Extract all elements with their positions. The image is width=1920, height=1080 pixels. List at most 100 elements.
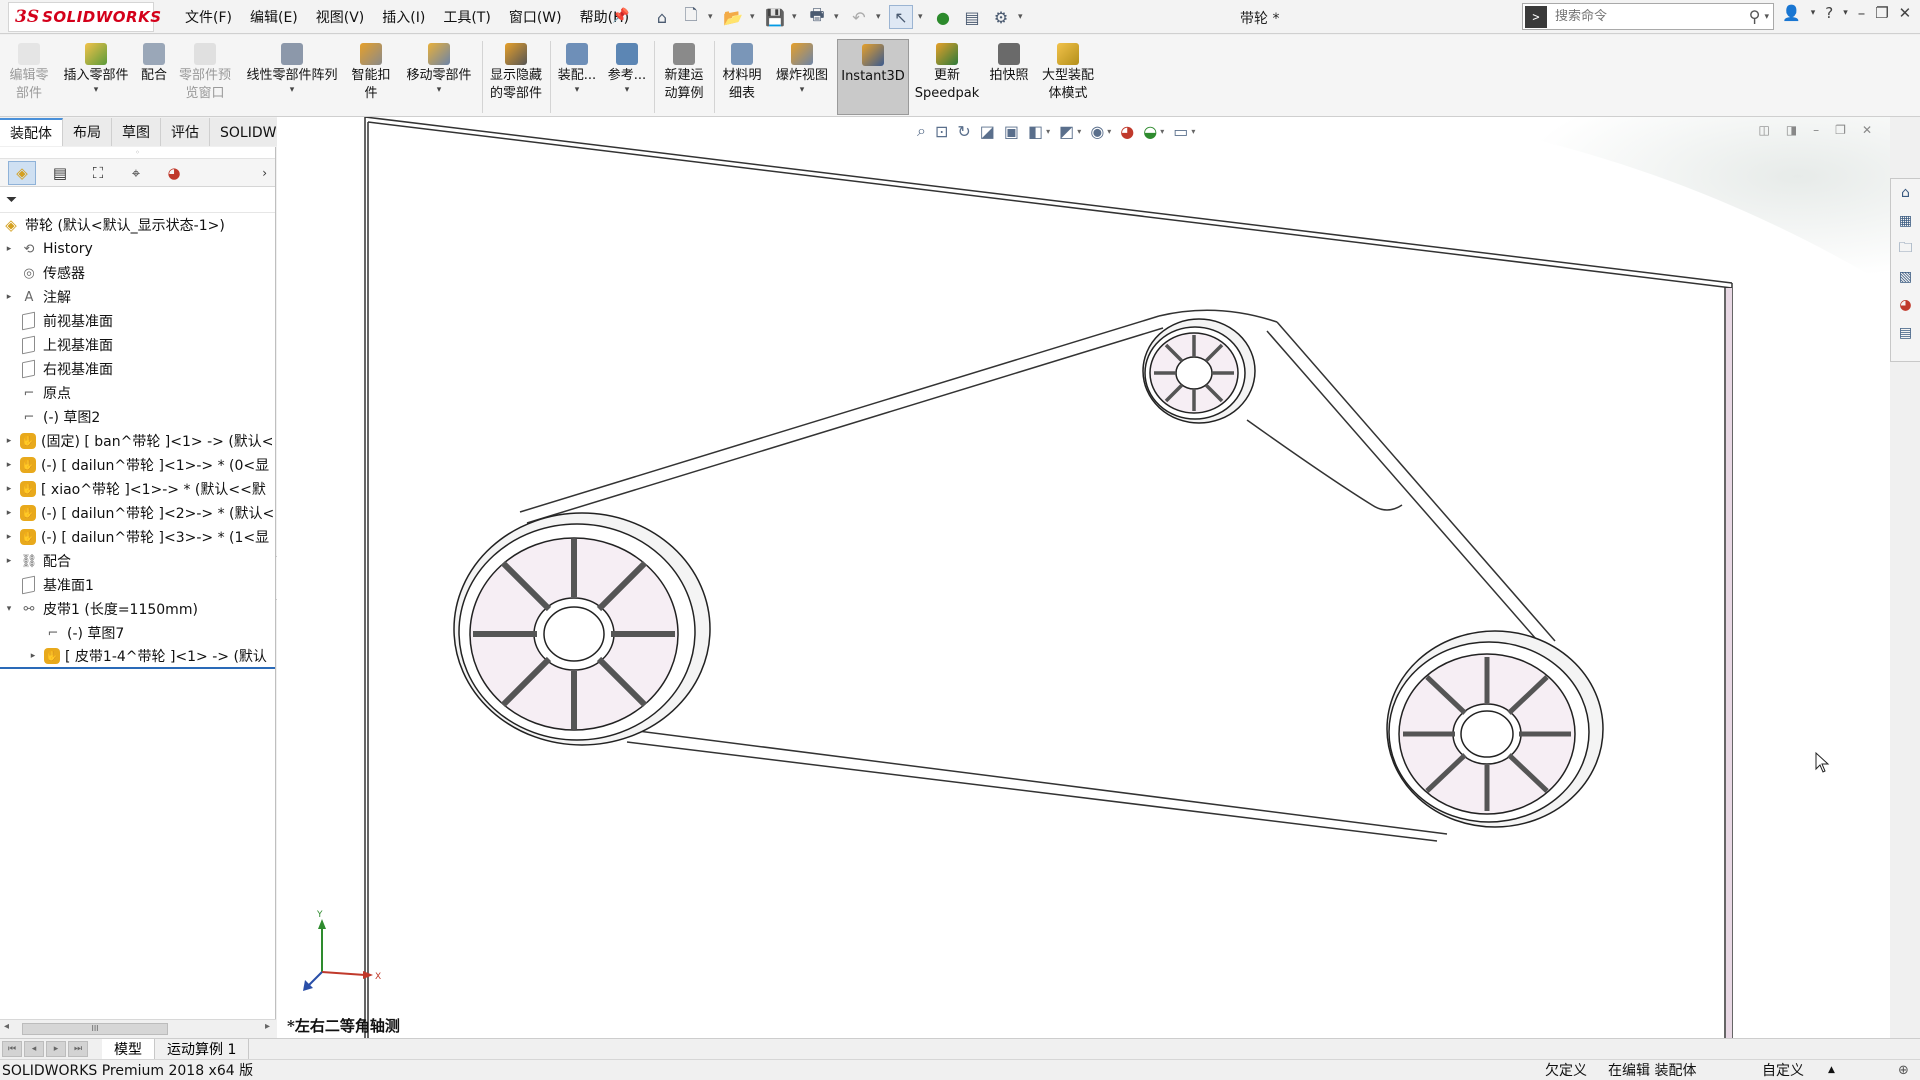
solidworks-logo[interactable]: 3S SOLIDWORKS bbox=[8, 2, 161, 32]
scroll-right-icon[interactable]: ▸ bbox=[265, 1021, 270, 1032]
scroll-left-icon[interactable]: ◂ bbox=[4, 1021, 9, 1032]
show-hidden-components-button[interactable]: 显示隐藏 的零部件 bbox=[486, 39, 546, 115]
display-style-dropdown-icon[interactable]: ▾ bbox=[1077, 127, 1081, 136]
expand-arrow-icon[interactable]: ▸ bbox=[4, 292, 14, 302]
tree-item[interactable]: 上视基准面 bbox=[0, 333, 275, 357]
linear-pattern-button[interactable]: 线性零部件阵列 ▾ bbox=[240, 39, 344, 115]
pin-menu-icon[interactable]: 📌 bbox=[612, 8, 629, 24]
insert-component-dropdown-icon[interactable]: ▾ bbox=[94, 85, 99, 95]
tree-item[interactable]: ◎ 传感器 bbox=[0, 261, 275, 285]
tree-item[interactable]: ▸ A 注解 bbox=[0, 285, 275, 309]
tree-item[interactable]: ▸ ✋ (固定) [ ban^带轮 ]<1> -> (默认< bbox=[0, 429, 275, 453]
view-orientation-icon[interactable]: ◧ bbox=[1028, 122, 1043, 141]
hide-show-dropdown-icon[interactable]: ▾ bbox=[1107, 127, 1111, 136]
zoom-to-fit-icon[interactable]: ⌕ bbox=[917, 121, 926, 141]
graphics-area[interactable]: Y X ⌕ ⊡ ↻ ◪ ▣ ◧ ▾ ◩ ▾ ◉ ▾ ◕ ◒ ▾ ▭ ▾ ◫ ◨ – ❐ ✕… bbox=[277, 117, 1890, 1038]
units-status[interactable]: 自定义 bbox=[1762, 1060, 1804, 1080]
tree-root-assembly[interactable]: ◈ 带轮 (默认<默认_显示状态-1>) bbox=[0, 213, 275, 237]
viewport-tile-left-icon[interactable]: ◫ bbox=[1758, 123, 1769, 137]
view-settings-icon[interactable]: ▭ bbox=[1173, 122, 1188, 141]
tree-item[interactable]: 右视基准面 bbox=[0, 357, 275, 381]
command-prompt-icon[interactable]: > bbox=[1525, 5, 1547, 28]
view-palette-icon[interactable]: ▧ bbox=[1896, 267, 1916, 287]
update-speedpak-button[interactable]: 更新 Speedpak bbox=[912, 39, 982, 115]
display-style-icon[interactable]: ◩ bbox=[1059, 122, 1074, 141]
tab-evaluate[interactable]: 评估 bbox=[161, 118, 210, 146]
rebuild-traffic-light-icon[interactable]: ● bbox=[931, 5, 955, 29]
search-dropdown-icon[interactable]: ▾ bbox=[1764, 12, 1769, 22]
reference-geometry-dropdown-icon[interactable]: ▾ bbox=[625, 85, 630, 95]
viewport-close-icon[interactable]: ✕ bbox=[1862, 123, 1872, 137]
open-dropdown-icon[interactable]: ▾ bbox=[750, 12, 758, 22]
feature-manager-tab-icon[interactable]: ◈ bbox=[8, 160, 36, 185]
expand-arrow-icon[interactable]: ▸ bbox=[4, 508, 14, 518]
tree-item[interactable]: 基准面1 bbox=[0, 573, 275, 597]
edit-appearance-icon[interactable]: ◕ bbox=[1120, 122, 1134, 141]
file-explorer-icon[interactable]: 🗀 bbox=[1896, 239, 1916, 259]
expand-arrow-icon[interactable]: ▸ bbox=[4, 556, 14, 566]
expand-arrow-icon[interactable]: ▸ bbox=[28, 651, 38, 661]
tree-item[interactable]: ⌐ (-) 草图7 bbox=[0, 621, 275, 645]
last-tab-icon[interactable]: ⏭ bbox=[68, 1040, 88, 1057]
hide-show-items-icon[interactable]: ◉ bbox=[1090, 122, 1104, 141]
scroll-thumb[interactable]: III bbox=[22, 1023, 168, 1035]
menu-insert[interactable]: 插入(I) bbox=[373, 7, 434, 27]
linear-pattern-dropdown-icon[interactable]: ▾ bbox=[290, 85, 295, 95]
tree-item[interactable]: ▸ ⟲ History bbox=[0, 237, 275, 261]
expand-arrow-icon[interactable]: ▸ bbox=[4, 532, 14, 542]
new-document-icon[interactable]: 🗋 bbox=[679, 5, 703, 29]
save-dropdown-icon[interactable]: ▾ bbox=[792, 12, 800, 22]
user-icon[interactable]: 👤 bbox=[1782, 4, 1801, 22]
menu-edit[interactable]: 编辑(E) bbox=[241, 7, 307, 27]
print-dropdown-icon[interactable]: ▾ bbox=[834, 12, 842, 22]
smart-fasteners-button[interactable]: 智能扣 件 bbox=[348, 39, 394, 115]
tab-sketch[interactable]: 草图 bbox=[112, 118, 161, 146]
home-icon[interactable]: ⌂ bbox=[650, 5, 674, 29]
custom-properties-icon[interactable]: ▤ bbox=[1896, 323, 1916, 343]
options-dropdown-icon[interactable]: ▾ bbox=[1018, 12, 1026, 22]
edit-component-button[interactable]: 编辑零 部件 bbox=[4, 39, 54, 115]
menu-view[interactable]: 视图(V) bbox=[307, 7, 374, 27]
expand-arrow-icon[interactable]: ▸ bbox=[4, 436, 14, 446]
assembly-features-button[interactable]: 装配... ▾ bbox=[554, 39, 600, 115]
move-component-dropdown-icon[interactable]: ▾ bbox=[437, 85, 442, 95]
search-input[interactable] bbox=[1555, 9, 1735, 24]
tree-item[interactable]: ▸ ✋ (-) [ dailun^带轮 ]<3>-> * (1<显 bbox=[0, 525, 275, 549]
menu-window[interactable]: 窗口(W) bbox=[500, 7, 571, 27]
snapshot-button[interactable]: 拍快照 bbox=[984, 39, 1034, 115]
pane-collapse-handle[interactable]: ◦ bbox=[0, 147, 275, 159]
menu-file[interactable]: 文件(F) bbox=[176, 7, 241, 27]
tree-item[interactable]: ⌐ 原点 bbox=[0, 381, 275, 405]
new-dropdown-icon[interactable]: ▾ bbox=[708, 12, 716, 22]
filter-icon[interactable]: ⏷ bbox=[6, 192, 17, 208]
viewport-minimize-icon[interactable]: – bbox=[1813, 123, 1819, 137]
expand-arrow-icon[interactable]: ▸ bbox=[4, 484, 14, 494]
assembly-features-dropdown-icon[interactable]: ▾ bbox=[575, 85, 580, 95]
tree-item[interactable]: ▸ ✋ [ xiao^带轮 ]<1>-> * (默认<<默 bbox=[0, 477, 275, 501]
large-assembly-mode-button[interactable]: 大型装配 体模式 bbox=[1036, 39, 1100, 115]
tree-item[interactable]: ▸ ✋ (-) [ dailun^带轮 ]<2>-> * (默认< bbox=[0, 501, 275, 525]
minimize-icon[interactable]: – bbox=[1858, 4, 1866, 22]
component-preview-button[interactable]: 零部件预 览窗口 bbox=[174, 39, 236, 115]
viewport-restore-icon[interactable]: ❐ bbox=[1835, 123, 1846, 137]
move-component-button[interactable]: 移动零部件 ▾ bbox=[400, 39, 478, 115]
solidworks-resources-icon[interactable]: ⌂ bbox=[1896, 183, 1916, 203]
tab-model[interactable]: 模型 bbox=[102, 1038, 155, 1059]
tree-item[interactable]: ▸ ✋ [ 皮带1-4^带轮 ]<1> -> (默认 bbox=[0, 645, 275, 669]
reference-geometry-button[interactable]: 参考... ▾ bbox=[604, 39, 650, 115]
select-pointer-icon[interactable]: ↖ bbox=[889, 5, 913, 29]
save-icon[interactable]: 💾 bbox=[763, 5, 787, 29]
horizontal-scrollbar[interactable]: ◂ III ▸ bbox=[0, 1019, 276, 1037]
mate-button[interactable]: 配合 bbox=[136, 39, 172, 115]
select-dropdown-icon[interactable]: ▾ bbox=[918, 12, 926, 22]
next-tab-icon[interactable]: ▸ bbox=[46, 1040, 66, 1057]
view-settings-dropdown-icon[interactable]: ▾ bbox=[1191, 127, 1195, 136]
options-gear-icon[interactable]: ⚙ bbox=[989, 5, 1013, 29]
insert-component-button[interactable]: 插入零部件 ▾ bbox=[58, 39, 134, 115]
property-manager-tab-icon[interactable]: ▤ bbox=[46, 161, 74, 185]
tree-filter[interactable]: ⏷ bbox=[0, 187, 275, 213]
dimxpert-manager-tab-icon[interactable]: ⌖ bbox=[122, 161, 150, 185]
section-view-icon[interactable]: ◪ bbox=[980, 122, 995, 141]
bom-button[interactable]: 材料明 细表 bbox=[716, 39, 768, 115]
restore-icon[interactable]: ❐ bbox=[1875, 4, 1888, 22]
